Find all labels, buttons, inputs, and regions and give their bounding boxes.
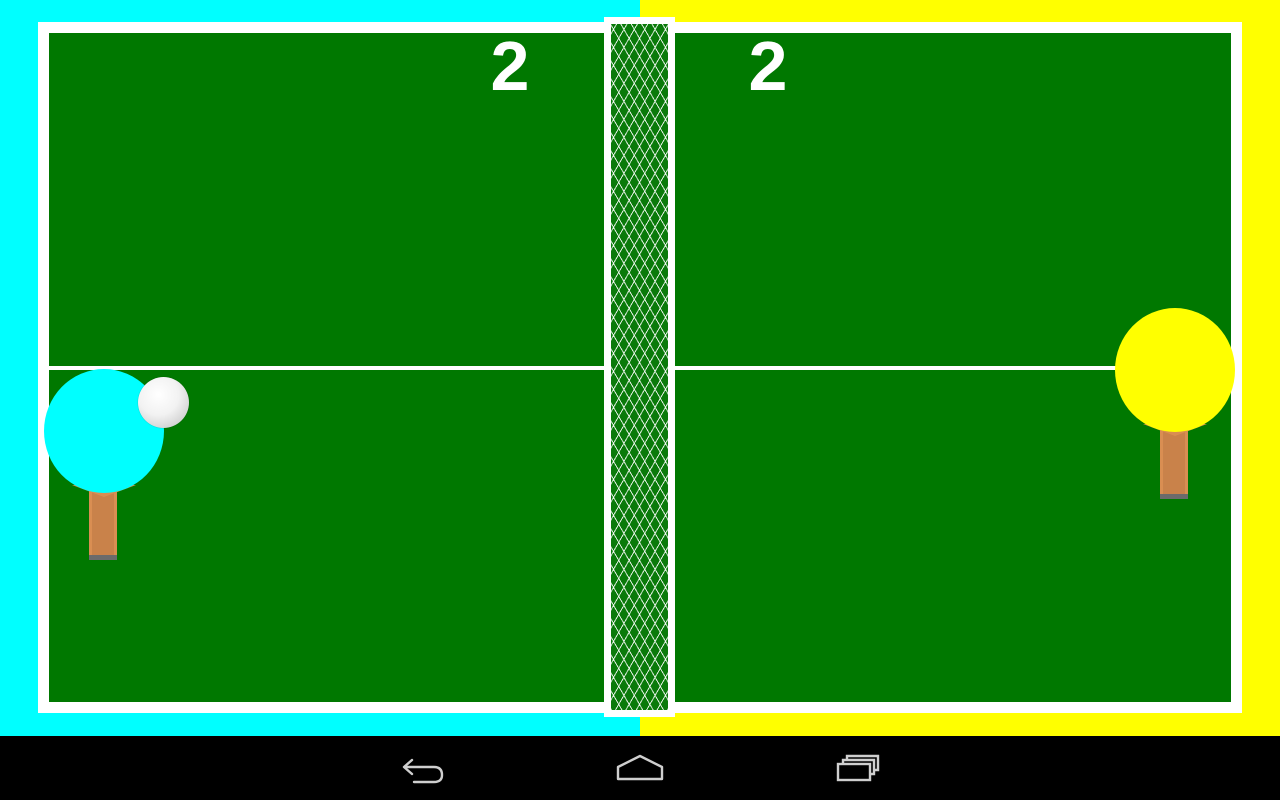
right-paddle[interactable] xyxy=(1113,308,1237,502)
left-paddle-handle-end xyxy=(89,555,117,560)
right-paddle-face xyxy=(1115,308,1235,432)
back-button[interactable] xyxy=(376,736,472,800)
game-screen[interactable]: 2 2 xyxy=(0,0,1280,800)
right-paddle-handle-end xyxy=(1160,494,1188,499)
recent-apps-icon xyxy=(836,754,880,782)
right-paddle-handle-grip xyxy=(1163,426,1185,494)
back-arrow-icon xyxy=(402,758,444,784)
home-button[interactable] xyxy=(592,736,688,800)
table-net xyxy=(604,17,675,717)
android-nav-bar xyxy=(0,736,1280,800)
home-icon xyxy=(616,754,664,781)
right-player-score: 2 xyxy=(748,27,788,105)
left-paddle-handle-grip xyxy=(92,487,114,555)
ball xyxy=(138,377,189,428)
recent-apps-button[interactable] xyxy=(810,736,906,800)
left-player-score: 2 xyxy=(490,27,530,105)
